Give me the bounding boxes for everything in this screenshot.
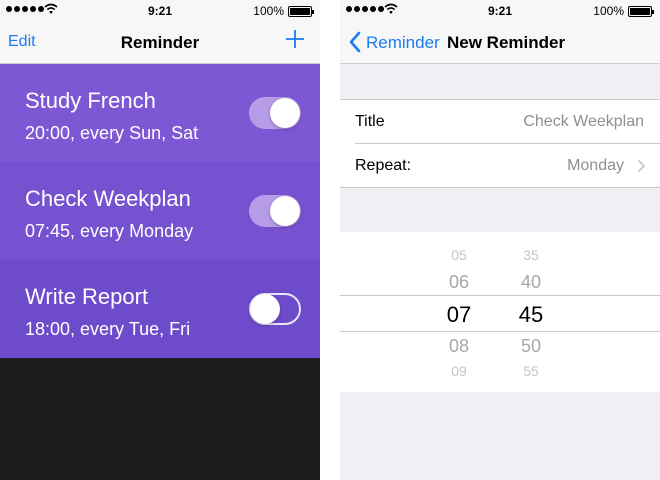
hour-option[interactable]: 05	[429, 247, 489, 263]
title-field-row[interactable]: Title Check Weekplan	[340, 100, 660, 144]
minute-selected[interactable]: 45	[501, 302, 561, 328]
reminder-title: Study French	[25, 88, 156, 113]
page-title: New Reminder	[447, 33, 566, 52]
reminder-title: Check Weekplan	[25, 186, 191, 211]
reminder-row-study-french[interactable]: Study French 20:00, every Sun, Sat	[0, 64, 320, 162]
hour-option[interactable]: 06	[429, 272, 489, 293]
reminder-toggle[interactable]	[249, 195, 301, 227]
hour-selected[interactable]: 07	[429, 302, 489, 328]
section-spacer	[340, 188, 660, 232]
reminder-toggle[interactable]	[249, 97, 301, 129]
reminder-schedule: 07:45, every Monday	[25, 221, 194, 241]
chevron-right-icon	[637, 159, 646, 173]
toggle-knob	[270, 196, 300, 226]
minute-option[interactable]: 35	[501, 247, 561, 263]
repeat-field-value: Monday	[567, 157, 624, 174]
reminder-toggle[interactable]	[249, 293, 301, 325]
plus-icon[interactable]	[284, 28, 306, 50]
picker-selection-bottom-line	[340, 331, 660, 332]
reminder-row-check-weekplan[interactable]: Check Weekplan 07:45, every Monday	[0, 162, 320, 260]
reminder-title: Write Report	[25, 284, 149, 309]
repeat-field-row[interactable]: Repeat: Monday	[340, 144, 660, 188]
status-bar: 9:21 100%	[340, 0, 660, 22]
back-button[interactable]: Reminder	[366, 33, 440, 53]
battery-percentage: 100%	[253, 4, 284, 18]
navigation-bar: 9:21 100% Edit Reminder	[0, 0, 320, 64]
hour-option[interactable]: 08	[429, 336, 489, 357]
reminder-list-screen: 9:21 100% Edit Reminder Study French 20:…	[0, 0, 320, 480]
minute-option[interactable]: 40	[501, 272, 561, 293]
battery-percentage: 100%	[593, 4, 624, 18]
battery-icon	[628, 6, 654, 17]
picker-selection-top-line	[340, 295, 660, 296]
status-bar: 9:21 100%	[0, 0, 320, 22]
chevron-left-icon[interactable]	[348, 30, 362, 54]
reminder-schedule: 18:00, every Tue, Fri	[25, 319, 191, 339]
hour-option[interactable]: 09	[429, 363, 489, 379]
time-picker[interactable]: 05 06 07 08 09 35 40 45 50 55	[340, 232, 660, 392]
screen-background	[340, 392, 660, 480]
title-field-input[interactable]: Check Weekplan	[523, 113, 644, 131]
minute-option[interactable]: 50	[501, 336, 561, 357]
reminder-row-write-report[interactable]: Write Report 18:00, every Tue, Fri	[0, 260, 320, 358]
minute-option[interactable]: 55	[501, 363, 561, 379]
section-spacer	[340, 64, 660, 99]
page-title: Reminder	[120, 33, 200, 52]
toggle-knob	[270, 98, 300, 128]
navigation-bar: 9:21 100% Reminder New Reminder	[340, 0, 660, 64]
battery-icon	[288, 6, 314, 17]
new-reminder-screen: 9:21 100% Reminder New Reminder Title Ch…	[340, 0, 660, 480]
title-field-label: Title	[355, 113, 385, 130]
repeat-field-label: Repeat:	[355, 157, 412, 174]
reminder-schedule: 20:00, every Sun, Sat	[25, 123, 199, 143]
toggle-knob	[250, 294, 280, 324]
